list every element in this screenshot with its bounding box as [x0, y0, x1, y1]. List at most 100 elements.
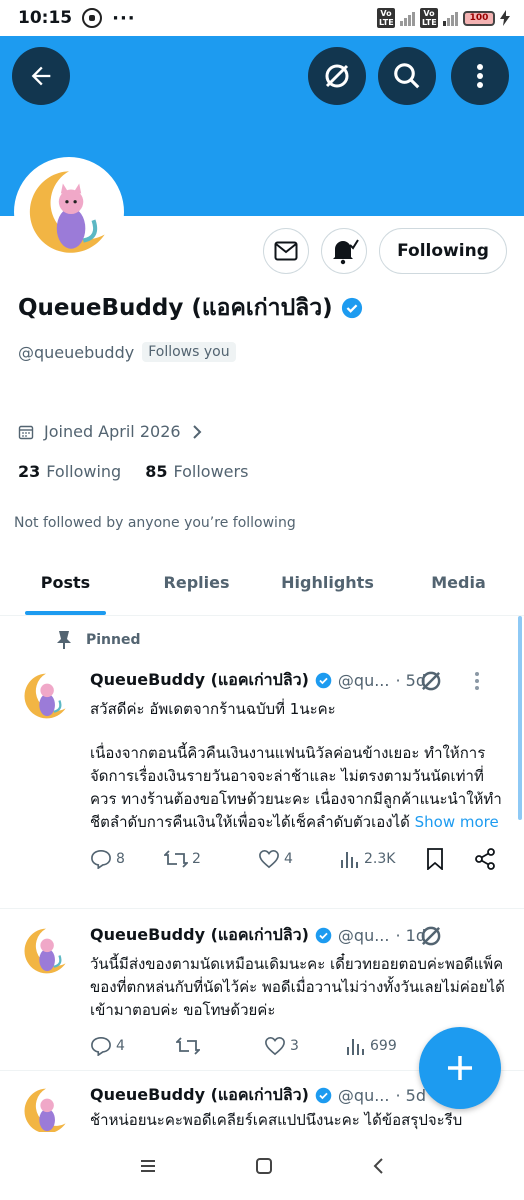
not-followed-note: Not followed by anyone you’re following: [14, 515, 296, 531]
cat-moon-avatar-image: [18, 923, 74, 979]
follow-counts: 23 Following 85 Followers: [18, 462, 248, 481]
tweet-actions: 8 2 4 2.3K: [90, 848, 508, 870]
tweet-card[interactable]: QueueBuddy (แอคเก่าปลิว) @qu... · 5d สวั…: [0, 668, 524, 870]
tweet-text: วันนี้มีส่งของตามนัดเหมือนเดิมนะคะ เดี๋ย…: [90, 953, 508, 1022]
verified-badge-icon[interactable]: [341, 297, 363, 319]
system-nav-bar: [0, 1132, 524, 1200]
signal-icon: [400, 10, 415, 26]
bell-check-icon: [333, 239, 359, 265]
more-button[interactable]: [451, 47, 509, 105]
charging-icon: [500, 10, 510, 26]
battery-icon: 100: [463, 10, 495, 26]
volte-icon: Vo LTE: [377, 8, 395, 28]
joined-date: Joined April 2026: [44, 422, 181, 441]
home-icon[interactable]: [255, 1157, 273, 1175]
share-icon: [475, 848, 495, 870]
following-label: Following: [46, 462, 122, 481]
verified-badge-icon: [315, 927, 332, 943]
profile-tabs: Posts Replies Highlights Media: [0, 560, 524, 616]
heart-icon: [265, 1036, 285, 1056]
whatsapp-icon: [82, 8, 103, 28]
joined-row[interactable]: Joined April 2026: [18, 422, 203, 441]
views-button[interactable]: 699: [346, 1037, 432, 1055]
tweet-text: สวัสดีค่ะ อัพเดตจากร้านฉบับที่ 1นะคะ เนื…: [90, 698, 508, 834]
tweet-text-line: สวัสดีค่ะ อัพเดตจากร้านฉบับที่ 1นะคะ: [90, 700, 336, 718]
message-button[interactable]: [263, 228, 309, 274]
like-count: 4: [284, 851, 293, 867]
compose-button[interactable]: [419, 1027, 501, 1109]
status-indicators: Vo LTE Vo LTE 100: [377, 8, 510, 28]
more-vertical-icon: [477, 64, 483, 88]
grok-icon[interactable]: [418, 923, 444, 949]
volte-icon-2: Vo LTE: [420, 8, 438, 28]
status-bar: 10:15 ··· Vo LTE Vo LTE 100: [0, 0, 524, 36]
following-button[interactable]: Following: [379, 228, 507, 274]
search-icon: [394, 63, 420, 89]
repost-count: 2: [192, 851, 201, 867]
tweet-author-handle: @qu...: [337, 1085, 390, 1105]
followers-count: 85: [145, 462, 168, 481]
followers-count-link[interactable]: 85 Followers: [145, 462, 248, 481]
bookmark-button[interactable]: [426, 848, 474, 870]
status-more-indicator: ···: [112, 7, 136, 29]
recents-icon[interactable]: [139, 1158, 157, 1174]
views-icon: [347, 1039, 364, 1055]
tweet-text-paragraph: วันนี้มีส่งของตามนัดเหมือนเดิมนะคะ เดี๋ย…: [90, 955, 505, 1019]
back-nav-icon[interactable]: [371, 1157, 385, 1175]
profile-avatar[interactable]: [14, 157, 124, 267]
repost-icon: [164, 850, 188, 868]
profile-handle: @queuebuddy: [18, 342, 135, 362]
following-count: 23: [18, 462, 41, 481]
reply-button[interactable]: 8: [90, 849, 164, 869]
like-button[interactable]: 4: [258, 849, 340, 869]
tab-posts[interactable]: Posts: [0, 560, 131, 615]
tab-highlights[interactable]: Highlights: [262, 560, 393, 615]
tweet-header: QueueBuddy (แอคเก่าปลิว) @qu... · 5d: [90, 668, 508, 692]
back-button[interactable]: [12, 47, 70, 105]
tweet-avatar[interactable]: [18, 923, 74, 979]
like-count: 3: [290, 1038, 299, 1054]
cat-moon-avatar-image: [18, 1083, 74, 1132]
tweet-avatar[interactable]: [18, 668, 74, 724]
grok-button[interactable]: [308, 47, 366, 105]
reply-button[interactable]: 4: [90, 1036, 176, 1056]
tweet-text-paragraph: ช้าหน่อยนะคะพอดีเคลียร์เคสแปปนึงนะคะ ได้…: [90, 1111, 463, 1129]
like-button[interactable]: 3: [264, 1036, 346, 1056]
followers-label: Followers: [173, 462, 249, 481]
reply-icon: [91, 849, 111, 869]
tweet-avatar[interactable]: [18, 1083, 74, 1132]
search-button[interactable]: [378, 47, 436, 105]
views-button[interactable]: 2.3K: [340, 850, 426, 868]
heart-icon: [259, 849, 279, 869]
tweet-author-handle: @qu...: [337, 670, 390, 690]
cat-moon-avatar-image: [18, 668, 74, 724]
tweet-author-name[interactable]: QueueBuddy (แอคเก่าปลิว): [90, 1083, 309, 1108]
share-button[interactable]: [474, 848, 496, 870]
tweet-more-icon[interactable]: [474, 671, 480, 691]
verified-badge-icon: [315, 1087, 332, 1103]
verified-badge-icon: [315, 672, 332, 688]
reply-icon: [91, 1036, 111, 1056]
notifications-button[interactable]: [321, 228, 367, 274]
scrollbar[interactable]: [518, 616, 522, 820]
reply-count: 8: [116, 851, 125, 867]
views-icon: [341, 852, 358, 868]
status-time: 10:15: [18, 8, 73, 28]
tweet-header: QueueBuddy (แอคเก่าปลิว) @qu... · 1d: [90, 923, 508, 947]
following-count-link[interactable]: 23 Following: [18, 462, 121, 481]
tweet-author-name[interactable]: QueueBuddy (แอคเก่าปลิว): [90, 668, 309, 693]
repost-button[interactable]: 2: [164, 849, 258, 869]
grok-icon[interactable]: [418, 668, 444, 694]
tab-media[interactable]: Media: [393, 560, 524, 615]
pinned-label: Pinned: [86, 632, 141, 648]
tweet-author-handle: @qu...: [337, 925, 390, 945]
grok-icon: [325, 64, 349, 88]
repost-button[interactable]: [176, 1036, 264, 1056]
reply-count: 4: [116, 1038, 125, 1054]
tab-replies[interactable]: Replies: [131, 560, 262, 615]
show-more-link[interactable]: Show more: [415, 813, 499, 831]
tweet-time: · 5d: [395, 1085, 426, 1105]
tweet-divider: [0, 908, 524, 909]
pin-icon: [57, 631, 71, 649]
tweet-author-name[interactable]: QueueBuddy (แอคเก่าปลิว): [90, 923, 309, 948]
